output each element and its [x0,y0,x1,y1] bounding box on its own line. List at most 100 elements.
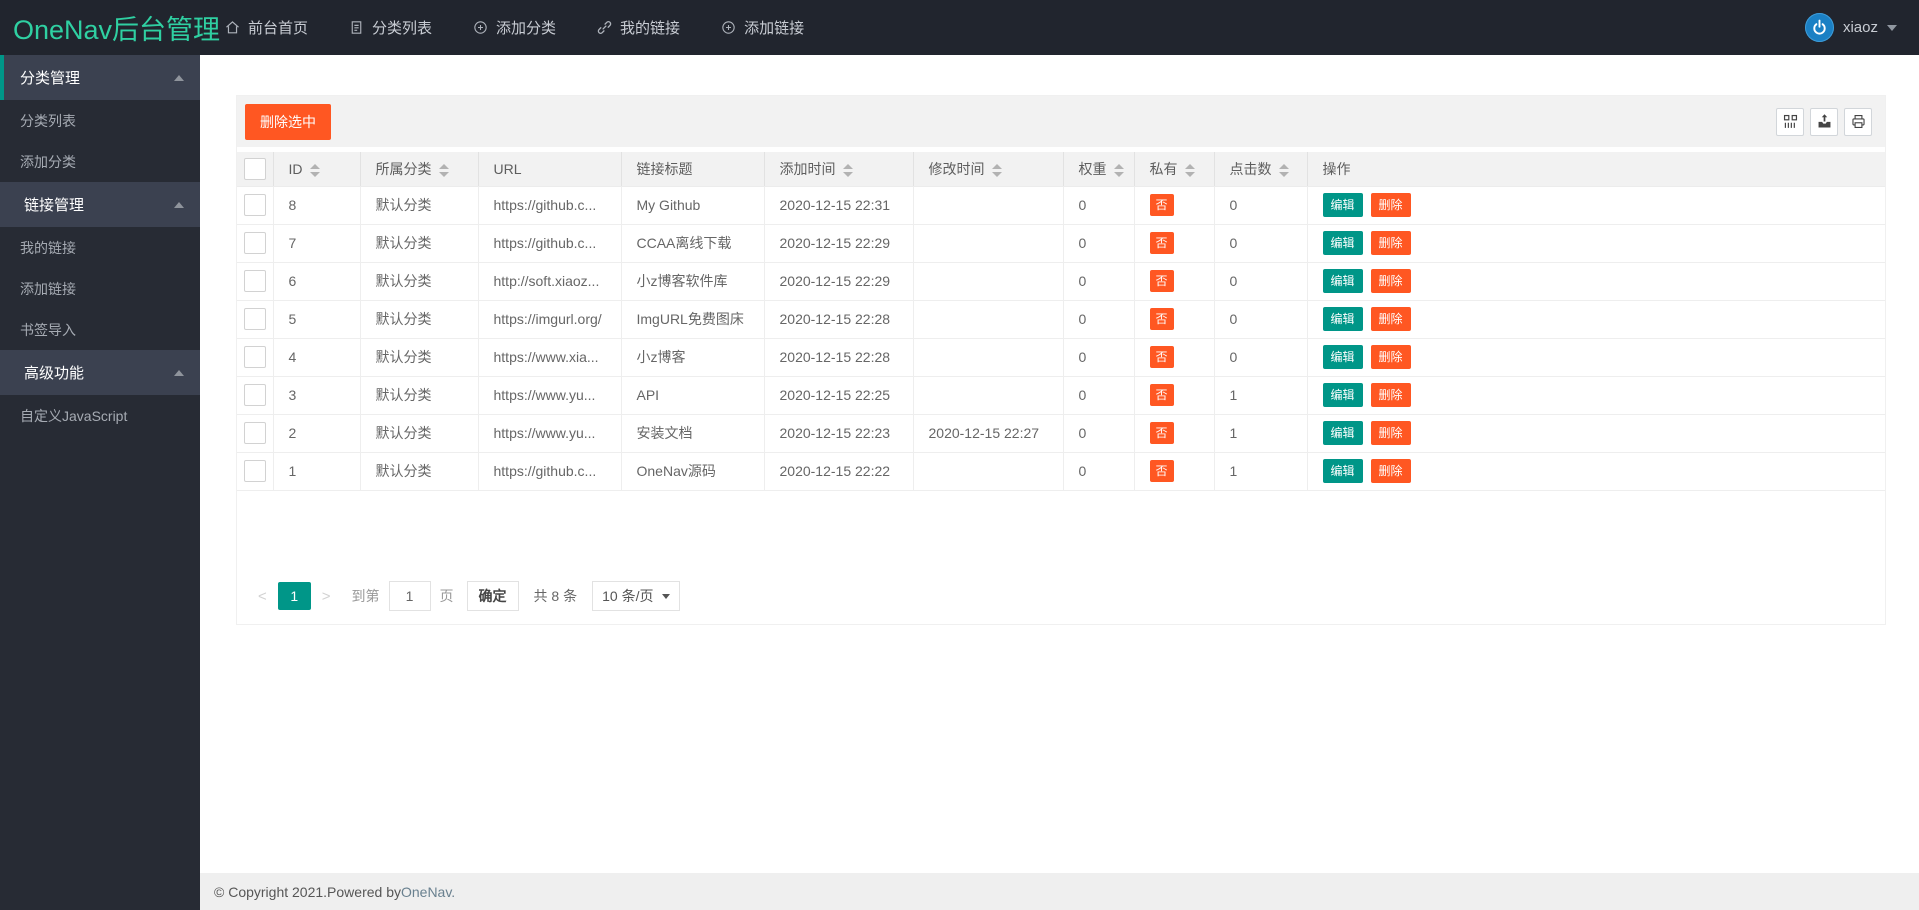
private-badge: 否 [1150,308,1174,330]
nav-item-front-home[interactable]: 前台首页 [224,17,308,38]
confirm-page-button[interactable]: 确定 [467,581,519,611]
sidebar-item-bookmark-import[interactable]: 书签导入 [0,309,200,350]
next-page-button[interactable]: > [313,588,340,605]
print-icon [1850,113,1867,130]
sort-icon[interactable] [439,164,449,177]
sort-icon[interactable] [843,164,853,177]
sidebar-section-category-manage[interactable]: 分类管理 [0,55,200,100]
cell-text: 0 [1079,387,1087,403]
sidebar-section-advanced[interactable]: 高级功能 [0,350,200,395]
sort-icon[interactable] [1185,164,1195,177]
app-logo[interactable]: OneNav后台管理 [0,8,212,47]
row-checkbox[interactable] [244,422,266,444]
cell-text: 2020-12-15 22:27 [929,425,1040,441]
sidebar-section-link-manage[interactable]: 链接管理 [0,182,200,227]
cell-checkbox [237,262,273,300]
cell-actions: 编辑删除 [1307,414,1885,452]
sort-icon[interactable] [992,164,1002,177]
avatar[interactable] [1805,13,1834,42]
col-header-label: 操作 [1323,161,1351,177]
export-button[interactable] [1810,108,1838,136]
sort-icon[interactable] [1279,164,1289,177]
table-row: 4默认分类https://www.xia...小z博客2020-12-15 22… [237,338,1885,376]
delete-button[interactable]: 删除 [1371,421,1411,445]
filter-columns-button[interactable] [1776,108,1804,136]
private-badge: 否 [1150,422,1174,444]
row-checkbox[interactable] [244,232,266,254]
prev-page-button[interactable]: < [249,588,276,605]
links-table: ID所属分类URL链接标题添加时间修改时间权重私有点击数操作 8默认分类http… [237,152,1885,491]
col-header-add_time: 添加时间 [764,152,913,186]
delete-button[interactable]: 删除 [1371,345,1411,369]
cell-text: 0 [1079,273,1087,289]
col-header-label: 修改时间 [929,161,985,177]
onenav-footer-link[interactable]: OneNav. [401,884,455,900]
cell-title: 小z博客 [621,338,764,376]
cell-text: 5 [289,311,297,327]
cell-text: https://github.c... [494,463,597,479]
nav-item-my-links[interactable]: 我的链接 [596,17,680,38]
edit-button[interactable]: 编辑 [1323,231,1363,255]
row-checkbox[interactable] [244,270,266,292]
delete-selected-button[interactable]: 删除选中 [245,104,331,140]
cell-text: 默认分类 [376,235,432,251]
sidebar-item-label: 分类列表 [20,111,76,131]
nav-item-category-list[interactable]: 分类列表 [348,17,432,38]
sidebar-item-category-list[interactable]: 分类列表 [0,100,200,141]
cell-text: 2020-12-15 22:28 [780,311,891,327]
cell-weight: 0 [1063,186,1134,224]
cell-text: https://www.yu... [494,425,596,441]
cell-checkbox [237,186,273,224]
delete-button[interactable]: 删除 [1371,269,1411,293]
sidebar-item-add-link[interactable]: 添加链接 [0,268,200,309]
nav-item-add-link[interactable]: 添加链接 [720,17,804,38]
cell-title: 小z博客软件库 [621,262,764,300]
user-menu[interactable]: xiaoz [1805,13,1897,42]
cell-text: 8 [289,197,297,213]
col-header-label: ID [289,161,303,177]
sidebar-item-my-links[interactable]: 我的链接 [0,227,200,268]
caret-up-icon [174,202,184,208]
cell-text: 4 [289,349,297,365]
delete-button[interactable]: 删除 [1371,307,1411,331]
row-checkbox[interactable] [244,194,266,216]
sort-icon[interactable] [310,164,320,177]
current-page-button[interactable]: 1 [278,582,311,610]
print-button[interactable] [1844,108,1872,136]
row-checkbox[interactable] [244,460,266,482]
sidebar-item-add-category[interactable]: 添加分类 [0,141,200,182]
row-checkbox[interactable] [244,308,266,330]
cell-title: ImgURL免费图床 [621,300,764,338]
edit-button[interactable]: 编辑 [1323,269,1363,293]
cell-text: 1 [1230,425,1238,441]
sidebar-item-custom-javascript[interactable]: 自定义JavaScript [0,395,200,436]
cell-clicks: 0 [1214,262,1307,300]
delete-button[interactable]: 删除 [1371,383,1411,407]
power-icon [1810,18,1829,37]
delete-button[interactable]: 删除 [1371,193,1411,217]
cell-id: 2 [273,414,360,452]
total-count-label: 共 8 条 [534,586,578,606]
edit-button[interactable]: 编辑 [1323,383,1363,407]
sidebar: 分类管理分类列表添加分类链接管理我的链接添加链接书签导入高级功能自定义JavaS… [0,55,200,910]
row-checkbox[interactable] [244,346,266,368]
cell-checkbox [237,414,273,452]
edit-button[interactable]: 编辑 [1323,307,1363,331]
col-header-clicks: 点击数 [1214,152,1307,186]
row-checkbox[interactable] [244,384,266,406]
sort-icon[interactable] [1114,164,1124,177]
edit-button[interactable]: 编辑 [1323,193,1363,217]
cell-add_time: 2020-12-15 22:28 [764,300,913,338]
table-row: 1默认分类https://github.c...OneNav源码2020-12-… [237,452,1885,490]
cell-clicks: 1 [1214,376,1307,414]
select-all-checkbox[interactable] [244,158,266,180]
page-number-input[interactable] [389,581,431,611]
edit-button[interactable]: 编辑 [1323,459,1363,483]
delete-button[interactable]: 删除 [1371,231,1411,255]
delete-button[interactable]: 删除 [1371,459,1411,483]
cell-title: CCAA离线下载 [621,224,764,262]
edit-button[interactable]: 编辑 [1323,345,1363,369]
edit-button[interactable]: 编辑 [1323,421,1363,445]
page-size-select[interactable]: 10 条/页 [592,581,680,611]
nav-item-add-category[interactable]: 添加分类 [472,17,556,38]
